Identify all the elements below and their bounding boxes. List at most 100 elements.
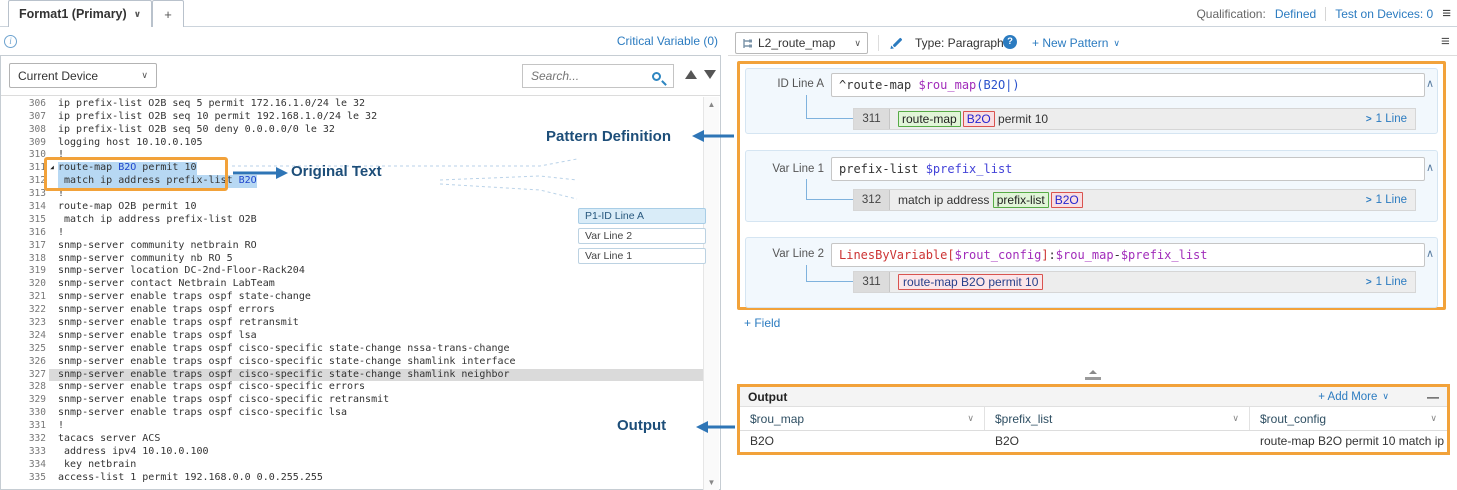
config-line-327[interactable]: 327snmp-server enable traps ospf cisco-s… <box>1 369 703 382</box>
config-toolbar: Current Device ∨ <box>1 56 720 96</box>
config-line-326[interactable]: 326snmp-server enable traps ospf cisco-s… <box>1 356 703 369</box>
help-question-icon[interactable]: ? <box>1003 35 1017 49</box>
match-result-row[interactable]: 311 route-mapB2O permit 10 > 1 Line <box>853 108 1416 130</box>
menu-icon[interactable]: ≡ <box>1441 33 1450 50</box>
collapse-icon[interactable]: ∧ <box>1426 77 1434 90</box>
add-more-button[interactable]: + Add More ∨ <box>1318 391 1389 403</box>
chevron-down-icon: ∨ <box>1430 413 1437 424</box>
edit-pencil-icon[interactable] <box>890 35 905 50</box>
divider <box>728 55 1457 56</box>
connector-line <box>806 265 853 282</box>
test-on-devices-link[interactable]: Test on Devices: 0 <box>1335 7 1433 21</box>
qualification-defined-link[interactable]: Defined <box>1275 7 1316 21</box>
config-line-321[interactable]: 321snmp-server enable traps ospf state-c… <box>1 291 703 304</box>
plus-icon: + <box>164 7 172 22</box>
annotation-original-text: Original Text <box>291 163 382 180</box>
collapse-icon[interactable]: ∧ <box>1426 247 1434 260</box>
info-icon[interactable]: i <box>4 35 17 48</box>
menu-icon[interactable]: ≡ <box>1442 6 1451 21</box>
splitter-collapse-icon[interactable] <box>1089 370 1097 374</box>
config-line-306[interactable]: 306ip prefix-list O2B seq 5 permit 172.1… <box>1 98 703 111</box>
config-line-334[interactable]: 334 key netbrain <box>1 459 703 472</box>
config-line-332[interactable]: 332tacacs server ACS <box>1 433 703 446</box>
add-field-link[interactable]: + Field <box>744 316 780 330</box>
config-panel: Current Device ∨ 305!306ip prefix-list O… <box>0 55 721 490</box>
config-line-319[interactable]: 319snmp-server location DC-2nd-Floor-Rac… <box>1 265 703 278</box>
critical-variable-link[interactable]: Critical Variable (0) <box>590 34 718 48</box>
collapse-icon[interactable]: ∧ <box>1426 161 1434 174</box>
config-text-area[interactable]: 305!306ip prefix-list O2B seq 5 permit 1… <box>1 85 703 490</box>
find-previous-button[interactable] <box>685 70 697 79</box>
output-header: Output + Add More ∨ — <box>740 387 1447 407</box>
vertical-scrollbar[interactable]: ▲ ▼ <box>703 97 719 490</box>
pattern-section-id-line-a: ID Line A ^route-map $rou_map(B2O|) ∧ 31… <box>745 68 1438 134</box>
chevron-down-icon: ∨ <box>1232 413 1239 424</box>
device-dropdown-value: Current Device <box>18 69 98 83</box>
match-line-number: 311 <box>854 272 890 292</box>
chevron-down-icon: ∨ <box>967 413 974 424</box>
pattern-line-indicator-id-line-a[interactable]: P1-ID Line A <box>578 208 706 224</box>
config-line-324[interactable]: 324snmp-server enable traps ospf lsa <box>1 330 703 343</box>
output-data-row[interactable]: B2O B2O route-map B2O permit 10 match ip… <box>740 431 1447 451</box>
pattern-icon <box>742 38 753 49</box>
match-text: match ip address prefix-listB2O <box>890 192 1083 208</box>
new-pattern-button[interactable]: + New Pattern ∨ <box>1032 36 1120 50</box>
config-line-329[interactable]: 329snmp-server enable traps ospf cisco-s… <box>1 394 703 407</box>
match-result-row[interactable]: 312 match ip address prefix-listB2O > 1 … <box>853 189 1416 211</box>
divider <box>878 35 879 51</box>
output-cell-rout-config: route-map B2O permit 10 match ip address… <box>1250 434 1447 448</box>
pattern-dropdown-value: L2_route_map <box>758 36 835 50</box>
config-line-307[interactable]: 307ip prefix-list O2B seq 10 permit 192.… <box>1 111 703 124</box>
panel-splitter-handle[interactable] <box>1085 377 1101 380</box>
annotation-output: Output <box>617 417 666 434</box>
column-header-rout-config[interactable]: $rout_config ∨ <box>1250 407 1447 430</box>
config-line-331[interactable]: 331! <box>1 420 703 433</box>
config-line-325[interactable]: 325snmp-server enable traps ospf cisco-s… <box>1 343 703 356</box>
chevron-down-icon: ∨ <box>1382 391 1389 402</box>
find-next-button[interactable] <box>704 70 716 79</box>
output-column-headers: $rou_map ∨ $prefix_list ∨ $rout_config ∨ <box>740 407 1447 431</box>
match-line-number: 312 <box>854 190 890 210</box>
tab-bar: Format1 (Primary) ∨ + Qualification: Def… <box>0 0 1457 27</box>
pattern-input-id-line-a[interactable]: ^route-map $rou_map(B2O|) <box>831 73 1425 97</box>
new-pattern-label: + New Pattern <box>1032 36 1108 50</box>
search-box <box>522 64 674 88</box>
match-result-row[interactable]: 311 route-map B2O permit 10 > 1 Line <box>853 271 1416 293</box>
line-count-link[interactable]: > 1 Line <box>1366 113 1415 125</box>
column-header-prefix-list[interactable]: $prefix_list ∨ <box>985 407 1250 430</box>
pattern-line-indicator-var-line-2[interactable]: Var Line 2 <box>578 228 706 244</box>
pattern-dropdown[interactable]: L2_route_map ∨ <box>735 32 868 54</box>
config-line-333[interactable]: 333 address ipv4 10.10.0.100 <box>1 446 703 459</box>
tab-format1-label: Format1 (Primary) <box>19 7 127 21</box>
pattern-line-indicator-var-line-1[interactable]: Var Line 1 <box>578 248 706 264</box>
config-line-322[interactable]: 322snmp-server enable traps ospf errors <box>1 304 703 317</box>
pattern-input-var-line-2[interactable]: LinesByVariable[$rout_config]:$rou_map-$… <box>831 243 1425 267</box>
add-tab-button[interactable]: + <box>152 0 184 27</box>
minimize-icon[interactable]: — <box>1427 390 1439 404</box>
chevron-right-icon: > <box>1366 114 1372 125</box>
section-label: Var Line 2 <box>752 248 824 260</box>
connector-line <box>806 95 853 119</box>
scroll-up-icon[interactable]: ▲ <box>704 100 719 109</box>
output-cell-prefix-list: B2O <box>985 434 1250 448</box>
tab-format1[interactable]: Format1 (Primary) ∨ <box>8 0 152 27</box>
section-label: Var Line 1 <box>752 163 824 175</box>
line-count-link[interactable]: > 1 Line <box>1366 276 1415 288</box>
config-line-328[interactable]: 328snmp-server enable traps ospf cisco-s… <box>1 381 703 394</box>
device-dropdown[interactable]: Current Device ∨ <box>9 63 157 88</box>
chevron-right-icon: > <box>1366 195 1372 206</box>
pattern-input-var-line-1[interactable]: prefix-list $prefix_list <box>831 157 1425 181</box>
config-line-320[interactable]: 320snmp-server contact Netbrain LabTeam <box>1 278 703 291</box>
chevron-down-icon: ∨ <box>1113 38 1120 49</box>
config-line-323[interactable]: 323snmp-server enable traps ospf retrans… <box>1 317 703 330</box>
line-count-link[interactable]: > 1 Line <box>1366 194 1415 206</box>
chevron-down-icon: ∨ <box>141 70 148 81</box>
column-header-rou-map[interactable]: $rou_map ∨ <box>740 407 985 430</box>
config-line-335[interactable]: 335access-list 1 permit 192.168.0.0 0.0.… <box>1 472 703 485</box>
search-icon[interactable] <box>652 72 661 81</box>
topbar-right: Qualification: Defined Test on Devices: … <box>1196 0 1451 27</box>
config-line-330[interactable]: 330snmp-server enable traps ospf cisco-s… <box>1 407 703 420</box>
scroll-down-icon[interactable]: ▼ <box>704 478 719 487</box>
chevron-down-icon[interactable]: ∨ <box>134 9 141 20</box>
search-input[interactable] <box>523 69 652 83</box>
